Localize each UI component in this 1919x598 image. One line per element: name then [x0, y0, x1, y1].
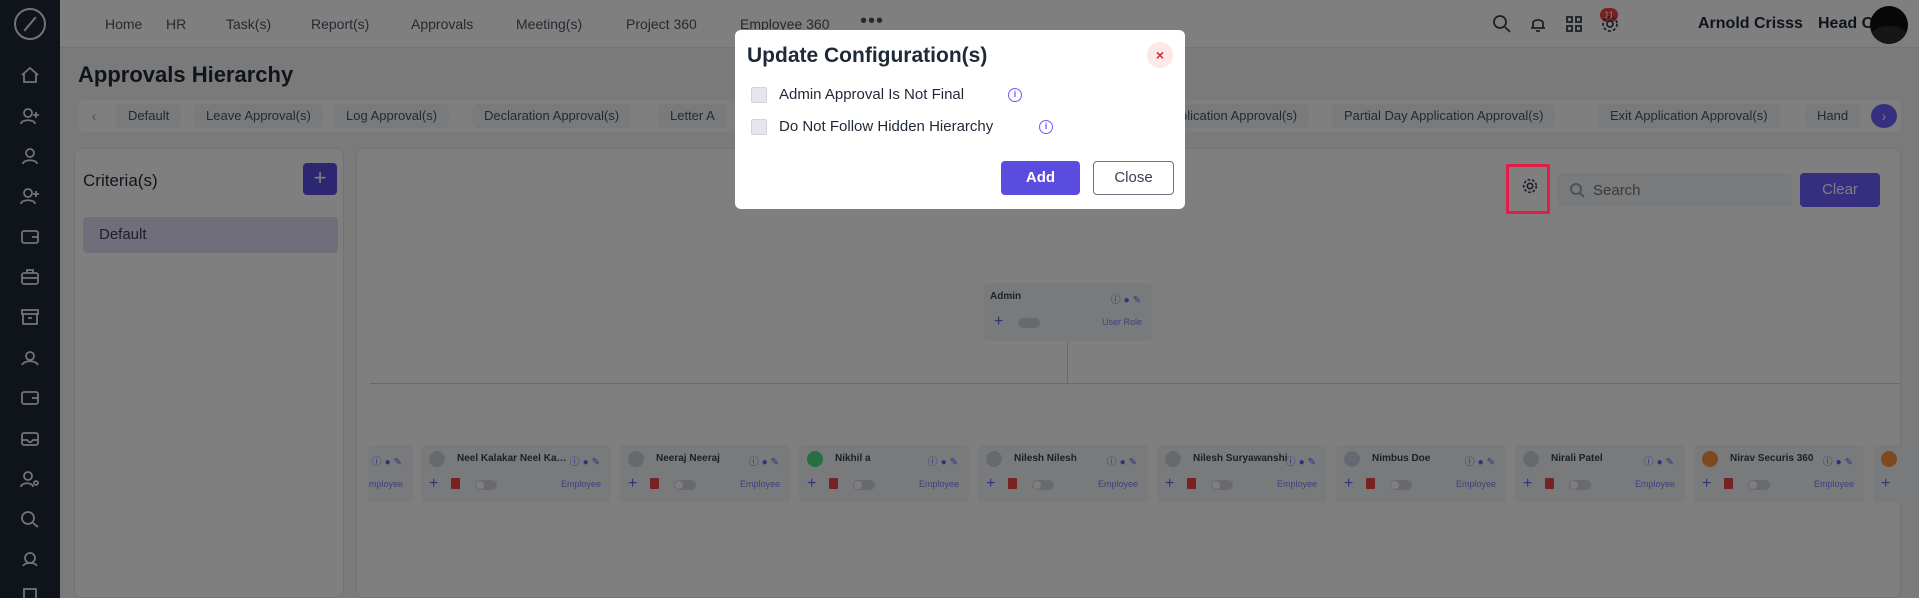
update-configuration-modal: Update Configuration(s) × Admin Approval… [735, 30, 1185, 209]
option-do-not-follow-hidden-hierarchy: Do Not Follow Hidden Hierarchy i [751, 117, 1171, 137]
option-label: Admin Approval Is Not Final [779, 86, 965, 103]
modal-title: Update Configuration(s) [747, 44, 988, 67]
close-icon[interactable]: × [1147, 42, 1173, 68]
option-label: Do Not Follow Hidden Hierarchy [779, 118, 994, 135]
admin-approval-checkbox[interactable] [751, 87, 767, 103]
highlight-box [1506, 164, 1550, 214]
hidden-hierarchy-checkbox[interactable] [751, 119, 767, 135]
add-button[interactable]: Add [1001, 161, 1080, 195]
close-button[interactable]: Close [1093, 161, 1174, 195]
option-admin-approval-not-final: Admin Approval Is Not Final i [751, 85, 1171, 105]
info-icon[interactable]: i [1039, 120, 1053, 134]
info-icon[interactable]: i [1008, 88, 1022, 102]
